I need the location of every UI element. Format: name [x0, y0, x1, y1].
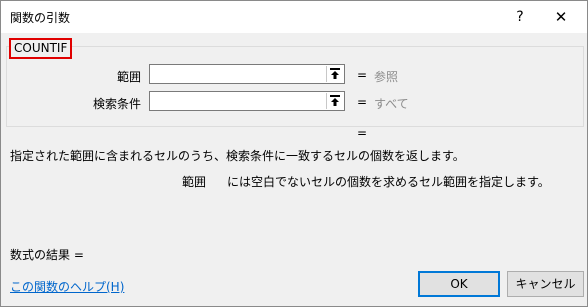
arg-description-text: には空白でないセルの個数を求めるセル範囲を指定します。: [227, 175, 550, 189]
arg-equals: =: [357, 95, 368, 109]
arguments-group: [6, 46, 584, 127]
arg-result-criteria: すべて: [374, 97, 409, 111]
function-description: 指定された範囲に含まれるセルのうち、検索条件に一致するセルの個数を返します。: [10, 149, 465, 163]
collapse-dialog-icon[interactable]: [326, 93, 343, 109]
collapse-dialog-icon-glyph: [330, 95, 340, 106]
help-icon[interactable]: ?: [506, 5, 534, 29]
collapse-dialog-icon[interactable]: [326, 66, 343, 82]
criteria-input[interactable]: [149, 91, 345, 111]
collapse-dialog-icon-glyph: [330, 68, 340, 79]
cancel-button[interactable]: キャンセル: [507, 271, 584, 297]
arg-label-criteria: 検索条件: [92, 97, 141, 111]
arg-label-range: 範囲: [116, 70, 141, 84]
arg-equals: =: [357, 68, 368, 82]
function-result-equals: =: [357, 126, 368, 140]
function-name: COUNTIF: [9, 38, 73, 59]
range-input[interactable]: [149, 64, 345, 84]
function-arguments-dialog: 関数の引数 ? ✕ COUNTIF 範囲 = 参照 検索条件 = すべて = 指…: [0, 0, 588, 307]
ok-button[interactable]: OK: [418, 271, 500, 297]
title-bar: 関数の引数 ? ✕: [1, 1, 587, 33]
arg-description-name: 範囲: [182, 175, 207, 189]
formula-result-label: 数式の結果 =: [10, 248, 84, 262]
dialog-title: 関数の引数: [10, 11, 71, 25]
close-button[interactable]: ✕: [544, 5, 578, 29]
function-help-link[interactable]: この関数のヘルプ(H): [10, 278, 124, 295]
arg-result-range: 参照: [374, 70, 399, 84]
